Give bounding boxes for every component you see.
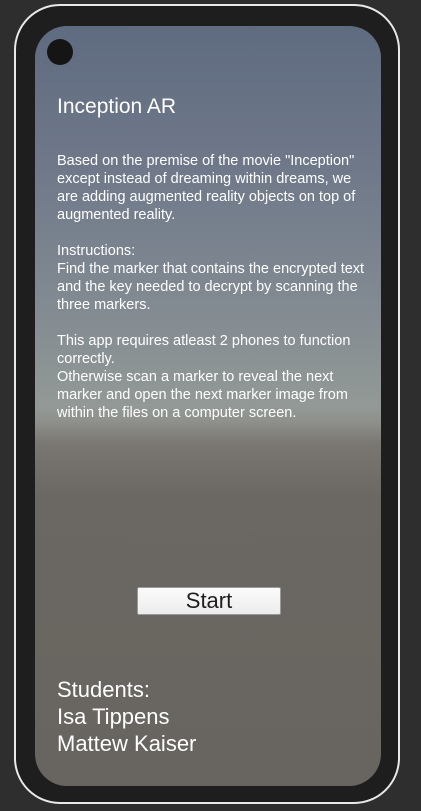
start-button[interactable]: Start: [137, 587, 281, 615]
front-camera-icon: [47, 39, 73, 65]
phone-frame: Inception AR Based on the premise of the…: [14, 4, 400, 804]
credits-heading: Students:: [57, 677, 150, 702]
credits: Students: Isa Tippens Mattew Kaiser: [57, 676, 196, 757]
student-name: Isa Tippens: [57, 704, 170, 729]
description-text: Based on the premise of the movie "Incep…: [57, 153, 365, 421]
app-title: Inception AR: [57, 95, 177, 118]
student-name: Mattew Kaiser: [57, 731, 197, 756]
app-screen: Inception AR Based on the premise of the…: [35, 26, 381, 786]
